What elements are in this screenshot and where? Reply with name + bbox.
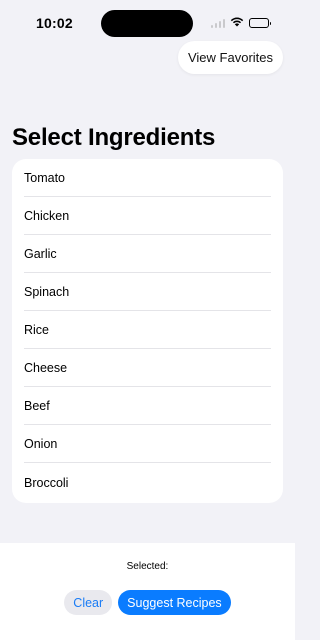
ingredient-item-spinach[interactable]: Spinach <box>24 273 271 311</box>
ingredient-item-garlic[interactable]: Garlic <box>24 235 271 273</box>
ingredient-label: Spinach <box>24 284 70 299</box>
ingredient-list: Tomato Chicken Garlic Spinach Rice Chees… <box>12 159 283 503</box>
ingredient-item-beef[interactable]: Beef <box>24 387 271 425</box>
status-bar: 10:02 <box>0 0 295 46</box>
ingredient-item-onion[interactable]: Onion <box>24 425 271 463</box>
battery-icon <box>249 18 271 28</box>
ingredient-item-tomato[interactable]: Tomato <box>24 159 271 197</box>
ingredient-item-broccoli[interactable]: Broccoli <box>24 463 271 503</box>
selected-label: Selected: <box>126 561 169 572</box>
ingredient-label: Onion <box>24 436 58 451</box>
ingredient-label: Beef <box>24 398 50 413</box>
dynamic-island <box>101 10 193 37</box>
clear-button[interactable]: Clear <box>64 590 113 615</box>
ingredient-label: Rice <box>24 322 50 337</box>
action-bar: Clear Suggest Recipes <box>0 590 295 615</box>
ingredient-item-cheese[interactable]: Cheese <box>24 349 271 387</box>
page-title: Select Ingredients <box>12 124 216 151</box>
status-time: 10:02 <box>36 15 73 31</box>
ingredient-label: Garlic <box>24 246 57 261</box>
bottom-panel: Selected: Clear Suggest Recipes <box>0 543 295 640</box>
wifi-icon <box>230 14 244 32</box>
status-icons <box>210 14 271 32</box>
ingredient-item-rice[interactable]: Rice <box>24 311 271 349</box>
ingredient-label: Broccoli <box>24 476 69 490</box>
suggest-recipes-button[interactable]: Suggest Recipes <box>118 590 231 615</box>
view-favorites-button[interactable]: View Favorites <box>177 41 283 74</box>
signal-icon <box>210 18 225 28</box>
ingredient-label: Tomato <box>24 170 65 185</box>
ingredient-label: Chicken <box>24 208 70 223</box>
ingredient-item-chicken[interactable]: Chicken <box>24 197 271 235</box>
ingredient-label: Cheese <box>24 360 68 375</box>
